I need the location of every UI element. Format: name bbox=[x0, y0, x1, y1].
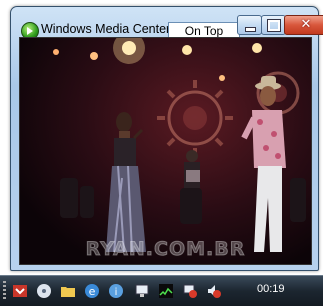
info-icon[interactable]: i bbox=[108, 283, 124, 299]
video-watermark: RYAN.COM.BR bbox=[85, 238, 246, 261]
taskbar-clock[interactable]: 00:19 bbox=[257, 283, 285, 295]
minimize-icon bbox=[245, 27, 256, 32]
network-icon[interactable] bbox=[134, 283, 150, 299]
show-desktop-icon[interactable] bbox=[12, 283, 28, 299]
media-center-window: Windows Media Center On Top ✕ RYAN.COM.B… bbox=[10, 6, 323, 271]
close-button[interactable]: ✕ bbox=[284, 15, 323, 35]
stage-light bbox=[53, 49, 59, 55]
cd-player-icon[interactable] bbox=[36, 283, 52, 299]
maximize-button[interactable] bbox=[261, 15, 286, 35]
taskbar-gripper[interactable] bbox=[3, 281, 6, 301]
title-bar[interactable]: Windows Media Center On Top ✕ bbox=[11, 7, 323, 40]
stage-light bbox=[219, 75, 225, 81]
female-singer bbox=[106, 112, 146, 253]
video-player[interactable]: RYAN.COM.BR bbox=[19, 37, 312, 265]
window-title: Windows Media Center bbox=[41, 22, 171, 36]
svg-text:e: e bbox=[89, 285, 96, 298]
sound-meter-icon[interactable] bbox=[158, 283, 174, 299]
stage-light bbox=[90, 52, 98, 60]
close-icon: ✕ bbox=[300, 17, 312, 32]
folder-icon[interactable] bbox=[60, 283, 76, 299]
stage-light bbox=[252, 43, 262, 53]
stage-light-glow bbox=[113, 38, 145, 64]
internet-explorer-icon[interactable]: e bbox=[84, 283, 100, 299]
network-error-icon[interactable] bbox=[182, 283, 198, 299]
male-singer bbox=[241, 76, 286, 252]
svg-text:i: i bbox=[115, 287, 118, 298]
maximize-icon bbox=[267, 19, 281, 32]
concert-video-frame bbox=[53, 38, 306, 253]
volume-muted-icon[interactable] bbox=[206, 283, 222, 299]
minimize-button[interactable] bbox=[237, 15, 262, 35]
accordion-player bbox=[184, 150, 200, 188]
stage-light bbox=[182, 45, 192, 55]
taskbar: e i 00:19 bbox=[0, 275, 323, 306]
